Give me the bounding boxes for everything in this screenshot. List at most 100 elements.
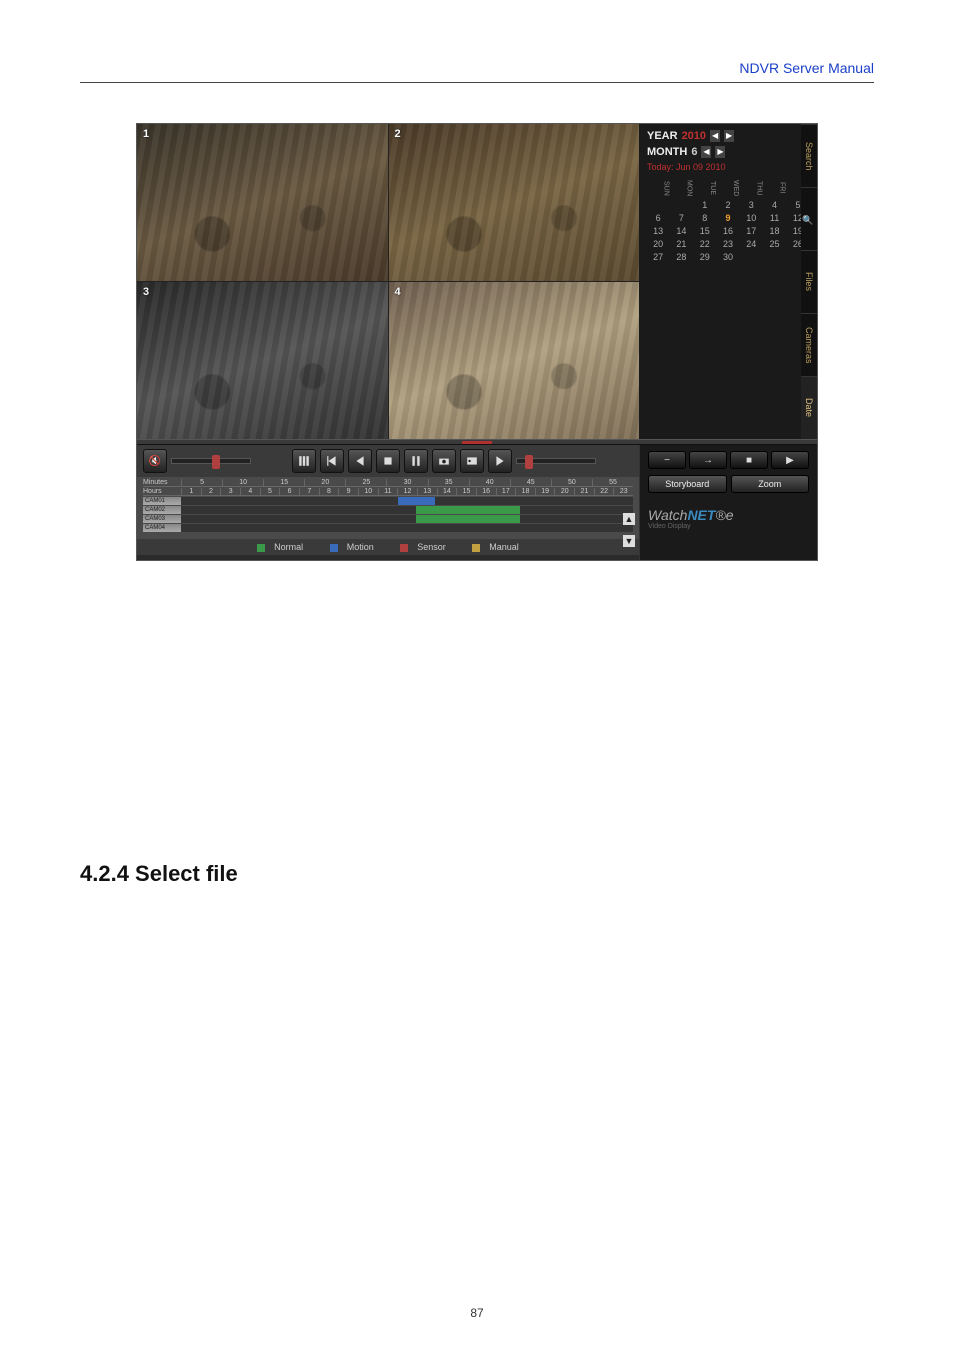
calendar-day[interactable]: 14 [670, 225, 692, 237]
calendar-day[interactable]: 2 [717, 199, 739, 211]
camera-row: CAM03 [143, 515, 633, 523]
video-cell-2[interactable]: 2 [389, 124, 640, 281]
camera-row: CAM02 [143, 506, 633, 514]
page-first-button[interactable]: − [648, 451, 686, 469]
camera-track[interactable] [181, 497, 633, 505]
hour-tick: 18 [515, 488, 535, 495]
page-stop-button[interactable]: ■ [730, 451, 768, 469]
camera-label: CAM04 [143, 524, 181, 532]
calendar-day[interactable]: 23 [717, 238, 739, 250]
hour-tick: 19 [535, 488, 555, 495]
cell-number: 4 [395, 286, 401, 298]
tab-files[interactable]: Files [801, 250, 817, 313]
calendar-day[interactable]: 27 [647, 251, 669, 263]
calendar-day[interactable]: 9 [717, 212, 739, 224]
play-forward-button[interactable] [488, 449, 512, 473]
weekday: THU [740, 178, 762, 198]
minute-tick: 15 [263, 479, 304, 486]
hours-label: Hours [143, 488, 181, 495]
calendar-day[interactable]: 21 [670, 238, 692, 250]
camera-track[interactable] [181, 515, 633, 523]
tab-date[interactable]: Date [801, 376, 817, 439]
today-text: Today: Jun 09 2010 [647, 162, 809, 172]
legend-motion: Motion [347, 542, 374, 552]
month-prev-button[interactable]: ◀ [701, 146, 711, 158]
calendar-day[interactable]: 8 [694, 212, 716, 224]
dvr-window: ✕ 1 2 3 4 YEAR 2010 ◀ ▶ MONTH 6 ◀ [136, 123, 818, 561]
month-next-button[interactable]: ▶ [715, 146, 725, 158]
calendar-day[interactable]: 6 [647, 212, 669, 224]
calendar-day[interactable]: 30 [717, 251, 739, 263]
year-next-button[interactable]: ▶ [724, 130, 734, 142]
weekday: WED [717, 178, 739, 198]
calendar-day[interactable]: 4 [763, 199, 785, 211]
calendar-day[interactable]: 22 [694, 238, 716, 250]
calendar-day[interactable]: 17 [740, 225, 762, 237]
weekday: TUE [694, 178, 716, 198]
date-side-panel: YEAR 2010 ◀ ▶ MONTH 6 ◀ ▶ Today: Jun 09 … [639, 124, 817, 439]
legend: Normal Motion Sensor Manual [137, 539, 639, 555]
legend-sensor: Sensor [417, 542, 446, 552]
video-cell-1[interactable]: 1 [137, 124, 388, 281]
prev-frame-button[interactable] [292, 449, 316, 473]
calendar-day[interactable]: 24 [740, 238, 762, 250]
calendar-day[interactable]: 13 [647, 225, 669, 237]
calendar-day: . [670, 199, 692, 211]
speed-slider[interactable] [516, 458, 596, 464]
minute-tick: 25 [345, 479, 386, 486]
hour-tick: 14 [437, 488, 457, 495]
weekday: SUN [647, 178, 669, 198]
calendar-day[interactable]: 20 [647, 238, 669, 250]
tab-magnify-icon[interactable]: 🔍 [801, 187, 817, 250]
calendar-day[interactable]: 10 [740, 212, 762, 224]
video-cell-4[interactable]: 4 [389, 282, 640, 439]
recording-segment[interactable] [398, 497, 436, 505]
calendar-day: . [647, 199, 669, 211]
calendar-day[interactable]: 11 [763, 212, 785, 224]
export-button[interactable] [460, 449, 484, 473]
tab-cameras[interactable]: Cameras [801, 313, 817, 376]
camera-track[interactable] [181, 506, 633, 514]
audio-mute-button[interactable]: 🔇 [143, 449, 167, 473]
hour-tick: 11 [378, 488, 398, 495]
minute-tick: 50 [551, 479, 592, 486]
zoom-button[interactable]: Zoom [731, 475, 810, 493]
timeline-scroll-down[interactable]: ▼ [623, 535, 635, 547]
hour-tick: 9 [338, 488, 358, 495]
pause-button[interactable] [404, 449, 428, 473]
tab-search[interactable]: Search [801, 124, 817, 187]
step-back-button[interactable] [320, 449, 344, 473]
timeline-scroll-up[interactable]: ▲ [623, 513, 635, 525]
video-cell-3[interactable]: 3 [137, 282, 388, 439]
calendar-day[interactable]: 3 [740, 199, 762, 211]
snapshot-button[interactable] [432, 449, 456, 473]
minute-tick: 30 [386, 479, 427, 486]
camera-track[interactable] [181, 524, 633, 532]
volume-slider[interactable] [171, 458, 251, 464]
page-play-button[interactable]: ▶ [771, 451, 809, 469]
storyboard-button[interactable]: Storyboard [648, 475, 727, 493]
stop-button[interactable] [376, 449, 400, 473]
calendar-day[interactable]: 29 [694, 251, 716, 263]
calendar-day[interactable]: 16 [717, 225, 739, 237]
camera-label: CAM01 [143, 497, 181, 505]
legend-manual-swatch [472, 544, 480, 552]
calendar-day[interactable]: 25 [763, 238, 785, 250]
hour-tick: 5 [260, 488, 280, 495]
page-prev-button[interactable]: → [689, 451, 727, 469]
minute-tick: 20 [304, 479, 345, 486]
recording-segment[interactable] [416, 515, 520, 523]
calendar-day[interactable]: 1 [694, 199, 716, 211]
play-reverse-button[interactable] [348, 449, 372, 473]
year-prev-button[interactable]: ◀ [710, 130, 720, 142]
hour-tick: 23 [613, 488, 633, 495]
calendar-day: . [763, 251, 785, 263]
camera-row: CAM04 [143, 524, 633, 532]
weekday: FRI [763, 178, 785, 198]
calendar-day[interactable]: 15 [694, 225, 716, 237]
calendar-day[interactable]: 7 [670, 212, 692, 224]
calendar-day[interactable]: 28 [670, 251, 692, 263]
calendar-day[interactable]: 18 [763, 225, 785, 237]
hour-tick: 12 [397, 488, 417, 495]
recording-segment[interactable] [416, 506, 520, 514]
